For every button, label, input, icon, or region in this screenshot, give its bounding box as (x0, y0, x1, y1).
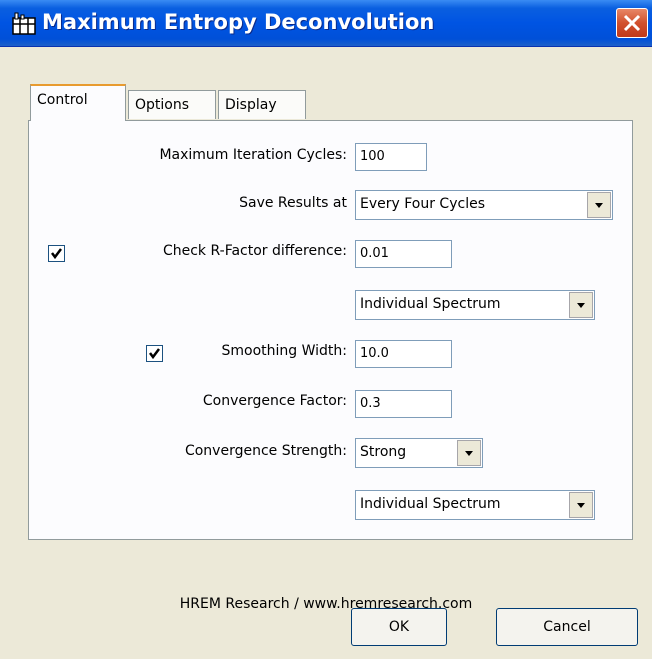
tab-options[interactable]: Options (128, 90, 216, 119)
save-results-value: Every Four Cycles (360, 196, 485, 212)
close-icon (623, 14, 641, 32)
chevron-down-icon (577, 503, 585, 508)
rfactor-mode-value: Individual Spectrum (360, 296, 501, 312)
ok-button[interactable]: OK (351, 608, 447, 646)
rfactor-input[interactable]: 0.01 (355, 240, 452, 268)
convergence-factor-label: Convergence Factor: (202, 393, 347, 409)
check-rfactor-label: Check R-Factor difference: (162, 243, 347, 259)
smoothing-width-label: Smoothing Width: (221, 343, 347, 359)
save-results-select[interactable]: Every Four Cycles (355, 190, 613, 220)
max-iterations-input[interactable]: 100 (355, 143, 427, 171)
close-button[interactable] (616, 8, 648, 38)
convergence-mode-dropdown-button[interactable] (569, 492, 593, 518)
save-results-dropdown-button[interactable] (587, 192, 611, 218)
max-iterations-label: Maximum Iteration Cycles: (159, 147, 347, 163)
checkmark-icon (51, 248, 62, 260)
title-bar[interactable]: Maximum Entropy Deconvolution (0, 0, 652, 47)
cancel-button[interactable]: Cancel (496, 608, 638, 646)
chevron-down-icon (577, 303, 585, 308)
convergence-strength-value: Strong (360, 444, 407, 460)
convergence-strength-dropdown-button[interactable] (457, 440, 481, 466)
tab-display[interactable]: Display (218, 90, 306, 119)
convergence-strength-select[interactable]: Strong (355, 438, 483, 468)
save-results-label: Save Results at (239, 195, 347, 211)
convergence-strength-label: Convergence Strength: (184, 443, 347, 459)
chevron-down-icon (595, 203, 603, 208)
smoothing-checkbox[interactable] (146, 345, 163, 362)
control-panel (28, 120, 633, 540)
app-icon (12, 11, 36, 35)
convergence-mode-value: Individual Spectrum (360, 496, 501, 512)
rfactor-mode-dropdown-button[interactable] (569, 292, 593, 318)
convergence-mode-select[interactable]: Individual Spectrum (355, 490, 595, 520)
check-rfactor-checkbox[interactable] (48, 245, 65, 262)
checkmark-icon (149, 348, 160, 360)
rfactor-mode-select[interactable]: Individual Spectrum (355, 290, 595, 320)
chevron-down-icon (465, 451, 473, 456)
window-title: Maximum Entropy Deconvolution (42, 10, 435, 34)
tab-display-label: Display (225, 97, 277, 113)
convergence-factor-input[interactable]: 0.3 (355, 390, 452, 418)
tab-control[interactable]: Control (30, 84, 126, 121)
tab-options-label: Options (135, 97, 190, 113)
tab-control-label: Control (37, 92, 88, 108)
smoothing-width-input[interactable]: 10.0 (355, 340, 452, 368)
